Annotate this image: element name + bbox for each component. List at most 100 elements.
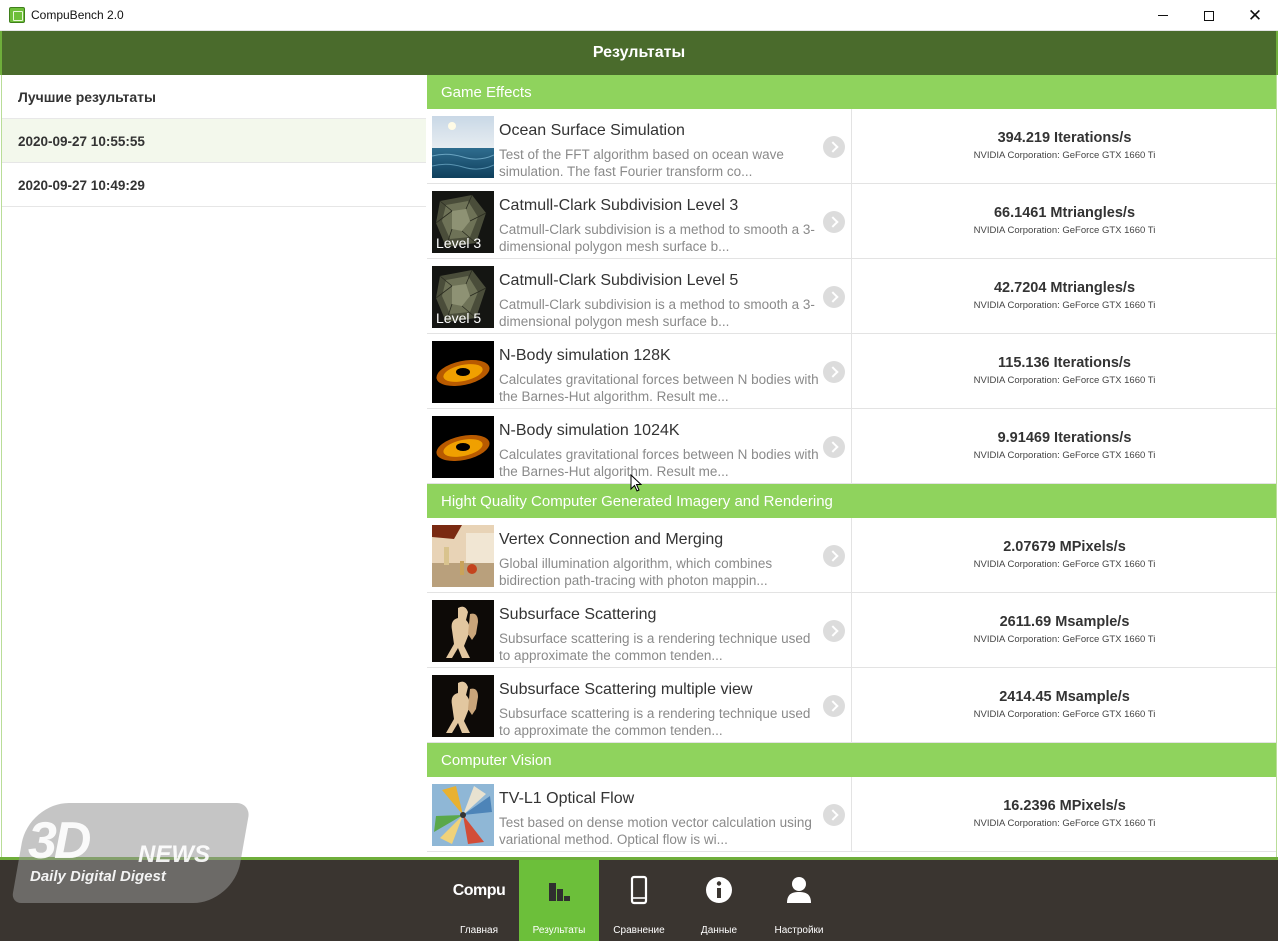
best-results-heading[interactable]: Лучшие результаты	[2, 75, 426, 119]
maximize-button[interactable]	[1186, 0, 1232, 31]
thumbnail-label: Level 3	[436, 235, 482, 251]
window-title: CompuBench 2.0	[31, 8, 124, 22]
section-header: Computer Vision	[427, 743, 1276, 777]
nav-compare-label: Сравнение	[613, 925, 665, 936]
nav-info-label: Данные	[700, 925, 738, 936]
results-sidebar: Лучшие результаты 2020-09-27 10:55:55 20…	[1, 75, 426, 858]
test-result-row[interactable]: Level 3 Catmull-Clark Subdivision Level 3…	[427, 184, 1276, 259]
close-button[interactable]: ✕	[1232, 0, 1278, 31]
chevron-right-icon[interactable]	[823, 436, 845, 458]
test-description: Subsurface scattering is a rendering tec…	[499, 631, 811, 663]
results-list[interactable]: Game Effects Ocean Surface Simulation Test…	[427, 75, 1277, 858]
nav-results-label: Результаты	[532, 925, 586, 936]
row-divider	[851, 593, 852, 667]
test-result-row[interactable]: Subsurface Scattering multiple view Subsu…	[427, 668, 1276, 743]
minimize-icon	[1158, 15, 1168, 16]
test-name: TV-L1 Optical Flow	[499, 790, 635, 807]
test-device: NVIDIA Corporation: GeForce GTX 1660 Ti	[973, 375, 1156, 386]
row-divider	[851, 409, 852, 483]
chevron-right-icon[interactable]	[823, 545, 845, 567]
test-score: 2611.69 Msample/s	[999, 614, 1130, 630]
section-header: Game Effects	[427, 75, 1276, 109]
chevron-right-icon[interactable]	[823, 620, 845, 642]
test-description: Calculates gravitational forces between …	[499, 372, 819, 404]
test-description: Test of the FFT algorithm based on ocean…	[499, 147, 784, 179]
row-divider	[851, 109, 852, 183]
row-divider	[851, 259, 852, 333]
test-description: Calculates gravitational forces between …	[499, 447, 819, 479]
user-icon	[787, 877, 811, 903]
compubench-app-icon	[9, 7, 25, 23]
test-device: NVIDIA Corporation: GeForce GTX 1660 Ti	[973, 559, 1156, 570]
test-device: NVIDIA Corporation: GeForce GTX 1660 Ti	[973, 150, 1156, 161]
test-result-row[interactable]: Level 5 Catmull-Clark Subdivision Level 5…	[427, 259, 1276, 334]
test-device: NVIDIA Corporation: GeForce GTX 1660 Ti	[973, 634, 1156, 645]
row-divider	[851, 184, 852, 258]
test-description: Catmull-Clark subdivision is a method to…	[499, 222, 815, 254]
test-device: NVIDIA Corporation: GeForce GTX 1660 Ti	[973, 709, 1156, 720]
result-session-item[interactable]: 2020-09-27 10:49:29	[2, 163, 426, 207]
test-thumbnail	[432, 416, 494, 478]
nav-home[interactable]: Compu Главная	[439, 860, 519, 941]
bar-chart-icon	[549, 883, 570, 901]
test-thumbnail: Level 3	[432, 191, 494, 253]
chevron-right-icon[interactable]	[823, 361, 845, 383]
watermark-logo: 3D	[28, 812, 92, 870]
chevron-right-icon[interactable]	[823, 136, 845, 158]
test-description: Test based on dense motion vector calcul…	[499, 815, 812, 847]
test-description: Subsurface scattering is a rendering tec…	[499, 706, 811, 738]
chevron-right-icon[interactable]	[823, 695, 845, 717]
window-titlebar: CompuBench 2.0 ✕	[0, 0, 1278, 31]
nav-info[interactable]: Данные	[679, 860, 759, 941]
result-session-item[interactable]: 2020-09-27 10:55:55	[2, 119, 426, 163]
chevron-right-icon[interactable]	[823, 804, 845, 826]
minimize-button[interactable]	[1140, 0, 1186, 31]
close-icon: ✕	[1247, 6, 1263, 25]
test-score: 2414.45 Msample/s	[999, 689, 1130, 705]
test-result-row[interactable]: N-Body simulation 1024K Calculates gravit…	[427, 409, 1276, 484]
row-divider	[851, 668, 852, 742]
chevron-right-icon[interactable]	[823, 286, 845, 308]
chevron-right-icon[interactable]	[823, 211, 845, 233]
test-result-row[interactable]: N-Body simulation 128K Calculates gravita…	[427, 334, 1276, 409]
test-result-row[interactable]: Subsurface Scattering Subsurface scatteri…	[427, 593, 1276, 668]
test-name: N-Body simulation 128K	[499, 347, 671, 364]
compu-logo: Compu	[452, 882, 506, 899]
test-score: 394.219 Iterations/s	[997, 130, 1132, 146]
test-thumbnail	[432, 341, 494, 403]
nav-settings[interactable]: Настройки	[759, 860, 839, 941]
nav-results[interactable]: Результаты	[519, 860, 599, 941]
test-device: NVIDIA Corporation: GeForce GTX 1660 Ti	[973, 450, 1156, 461]
thumbnail-label: Level 5	[436, 310, 482, 326]
info-icon	[706, 877, 732, 903]
test-score: 9.91469 Iterations/s	[997, 430, 1132, 446]
test-score: 2.07679 MPixels/s	[1003, 539, 1126, 555]
test-description: Catmull-Clark subdivision is a method to…	[499, 297, 815, 329]
test-name: N-Body simulation 1024K	[499, 422, 680, 439]
test-thumbnail	[432, 116, 494, 178]
nav-settings-label: Настройки	[774, 925, 824, 936]
test-result-row[interactable]: TV-L1 Optical Flow Test based on dense mo…	[427, 777, 1276, 852]
section-header: Hight Quality Computer Generated Imagery…	[427, 484, 1276, 518]
mouse-cursor-icon	[630, 474, 642, 492]
row-divider	[851, 777, 852, 851]
test-device: NVIDIA Corporation: GeForce GTX 1660 Ti	[973, 300, 1156, 311]
page-header: Результаты	[0, 31, 1278, 75]
test-name: Catmull-Clark Subdivision Level 5	[499, 272, 739, 289]
test-name: Vertex Connection and Merging	[499, 531, 724, 548]
row-divider	[851, 518, 852, 592]
test-result-row[interactable]: Vertex Connection and Merging Global illu…	[427, 518, 1276, 593]
watermark-news: NEWS	[138, 841, 210, 868]
test-thumbnail	[432, 675, 494, 737]
nav-home-label: Главная	[459, 925, 499, 936]
test-score: 16.2396 MPixels/s	[1003, 798, 1126, 814]
test-device: NVIDIA Corporation: GeForce GTX 1660 Ti	[973, 225, 1156, 236]
test-score: 42.7204 Mtriangles/s	[993, 280, 1136, 296]
test-score: 115.136 Iterations/s	[998, 355, 1131, 371]
test-result-row[interactable]: Ocean Surface Simulation Test of the FFT …	[427, 109, 1276, 184]
row-divider	[851, 334, 852, 408]
test-thumbnail	[432, 600, 494, 662]
test-thumbnail: Level 5	[432, 266, 494, 328]
page-title: Результаты	[592, 44, 686, 61]
nav-compare[interactable]: Сравнение	[599, 860, 679, 941]
